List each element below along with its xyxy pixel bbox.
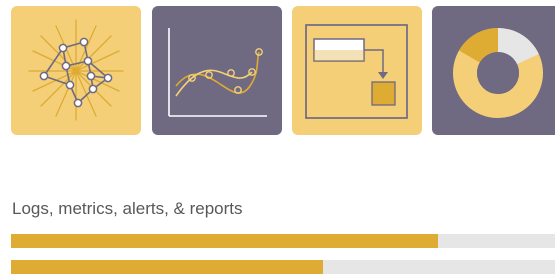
- progress-fill: [11, 234, 439, 248]
- network-graph-tile[interactable]: [11, 6, 141, 135]
- network-graph-icon: [11, 6, 141, 135]
- line-chart-tile[interactable]: [152, 6, 282, 135]
- donut-chart-tile[interactable]: [432, 6, 555, 135]
- progress-bar: [11, 260, 555, 274]
- line-chart-icon: [152, 6, 282, 135]
- progress-fill: [11, 260, 323, 274]
- flow-diagram-icon: [292, 6, 422, 135]
- flow-diagram-tile[interactable]: [292, 6, 422, 135]
- progress-bar: [11, 234, 555, 248]
- caption-text: Logs, metrics, alerts, & reports: [12, 199, 243, 218]
- donut-chart-icon: [432, 6, 555, 135]
